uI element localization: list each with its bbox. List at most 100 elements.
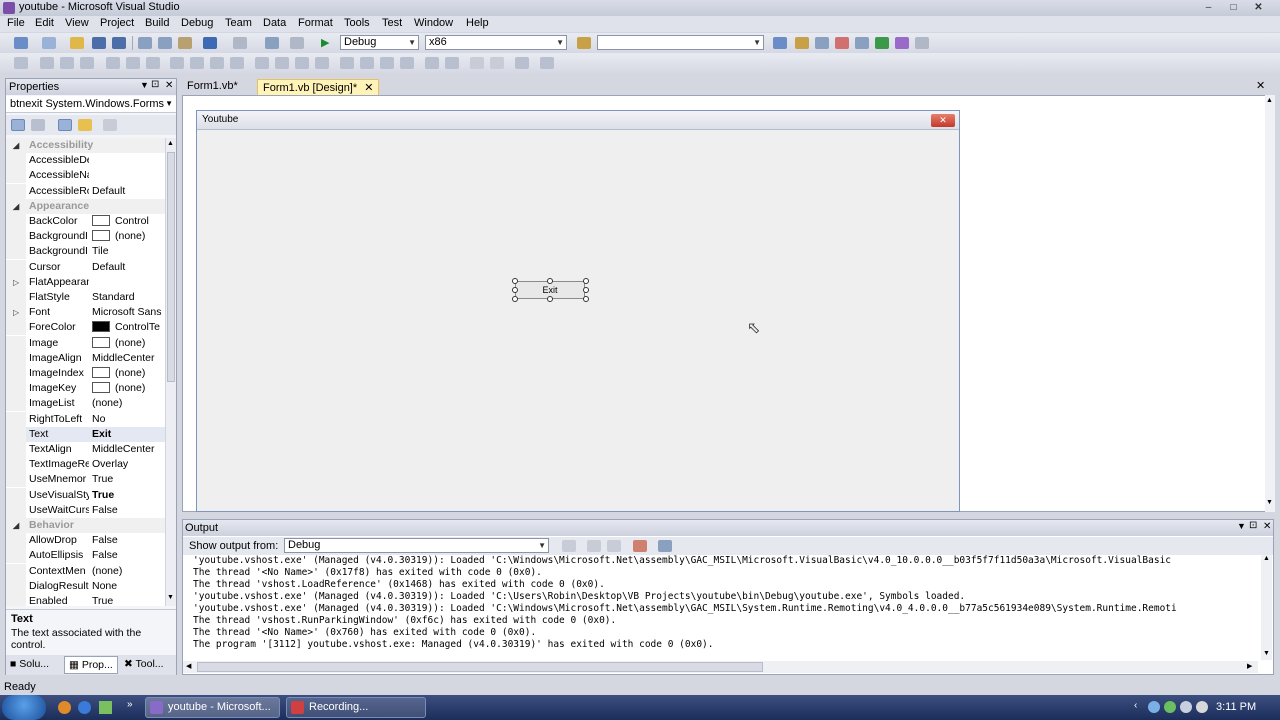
form-title-bar[interactable]: Youtube ✕ [197,111,959,130]
menu-edit[interactable]: Edit [35,17,54,29]
horizontal-spacing-icon[interactable] [255,57,269,69]
property-category[interactable]: ◢ Accessibility [6,138,168,153]
collapse-icon[interactable]: ◢ [13,518,19,533]
property-row[interactable]: TextImageRe Overlay [6,457,168,473]
property-value-cell[interactable]: MiddleCenter [92,442,166,457]
property-row[interactable]: DialogResult None [6,578,168,594]
property-row[interactable]: Enabled True [6,594,168,606]
property-row[interactable]: UseVisualSty True [6,487,168,503]
paste-icon[interactable] [178,37,192,49]
scroll-right-icon[interactable]: ▶ [1247,662,1252,670]
align-rights-icon[interactable] [80,57,94,69]
pin-icon[interactable]: ⊡ [151,79,159,90]
property-value-cell[interactable]: (none) [92,366,166,381]
panel-menu-icon[interactable]: ▼ [140,80,149,90]
property-value-cell[interactable]: (none) [92,396,166,411]
align-tops-icon[interactable] [106,57,120,69]
tab-form1-design[interactable]: Form1.vb [Design]* ✕ [257,79,380,95]
start-debugging-icon[interactable]: ▶ [321,36,329,49]
more-icon[interactable]: » [127,699,133,710]
copy-icon[interactable] [158,37,172,49]
property-value-cell[interactable]: Overlay [92,457,166,472]
command-window-icon[interactable] [895,37,909,49]
tab-toolbox[interactable]: ✖ Tool... [124,658,164,670]
scrollbar-thumb[interactable] [197,662,763,672]
new-project-icon[interactable] [14,37,28,49]
close-icon[interactable]: ✕ [165,80,173,91]
align-to-grid-icon[interactable] [14,57,28,69]
property-value-cell[interactable]: True [92,594,166,606]
designer-scrollbar[interactable]: ▲ ▼ [1265,95,1275,512]
solution-explorer-icon[interactable] [773,37,787,49]
property-value-cell[interactable]: Standard [92,290,166,305]
make-same-width-icon[interactable] [170,57,184,69]
scroll-down-icon[interactable]: ▼ [1266,499,1273,506]
categorized-icon[interactable] [11,119,25,131]
size-to-grid-icon[interactable] [230,57,244,69]
find-in-files-icon[interactable] [577,37,591,49]
output-vertical-scrollbar[interactable]: ▲ ▼ [1261,555,1272,660]
menu-test[interactable]: Test [382,17,402,29]
find-message-icon[interactable] [562,540,576,552]
form-close-icon[interactable]: ✕ [931,114,955,127]
close-tab-icon[interactable]: ✕ [364,82,373,94]
tab-form1-code[interactable]: Form1.vb* [182,79,243,95]
output-text[interactable]: 'youtube.vshost.exe' (Managed (v4.0.3031… [193,555,1261,665]
property-row[interactable]: BackgroundI Tile [6,244,168,260]
property-value-cell[interactable]: MiddleCenter [92,351,166,366]
clock[interactable]: 3:11 PM [1216,701,1256,713]
undo-icon[interactable] [203,37,217,49]
next-message-icon[interactable] [607,540,621,552]
maximize-button[interactable]: □ [1225,1,1242,14]
clear-all-icon[interactable] [633,540,647,552]
property-row[interactable]: ForeColor ControlTe [6,320,168,336]
form-window[interactable]: Youtube ✕ Exit ⬁ [196,110,960,512]
resize-handle[interactable] [583,296,589,302]
display-icon[interactable] [1180,701,1192,713]
resize-handle[interactable] [547,296,553,302]
property-value-cell[interactable]: Default [92,260,166,275]
property-value-cell[interactable]: No [92,412,166,427]
decrease-v-spacing-icon[interactable] [380,57,394,69]
property-row[interactable]: ImageIndex (none) [6,366,168,381]
property-value-cell[interactable]: ControlTe [92,320,166,335]
property-value-cell[interactable]: (none) [92,381,166,396]
property-row[interactable]: TextAlign MiddleCenter [6,442,168,457]
app-icon[interactable] [99,701,112,714]
menu-file[interactable]: File [7,17,25,29]
save-icon[interactable] [92,37,106,49]
property-value-cell[interactable]: True [92,472,166,487]
property-category[interactable]: ◢ Behavior [6,518,168,533]
property-value-cell[interactable]: (none) [92,564,166,579]
property-pages-icon[interactable] [103,119,117,131]
show-hidden-icons[interactable]: ‹ [1134,700,1137,711]
bring-to-front-icon[interactable] [470,57,484,69]
property-row[interactable]: AllowDrop False [6,533,168,549]
align-middles-icon[interactable] [126,57,140,69]
word-wrap-icon[interactable] [658,540,672,552]
resize-handle[interactable] [512,278,518,284]
property-value-cell[interactable]: False [92,503,166,518]
decrease-h-spacing-icon[interactable] [295,57,309,69]
property-value-cell[interactable]: Control [92,214,166,229]
make-same-size-icon[interactable] [210,57,224,69]
tab-order-icon[interactable] [515,57,529,69]
close-button[interactable]: ✕ [1250,1,1267,14]
task-visual-studio[interactable]: youtube - Microsoft... [145,697,280,718]
increase-v-spacing-icon[interactable] [360,57,374,69]
menu-data[interactable]: Data [263,17,286,29]
sync-icon[interactable] [1164,701,1176,713]
property-value-cell[interactable]: Microsoft Sans [92,305,166,320]
menu-team[interactable]: Team [225,17,252,29]
minimize-button[interactable]: – [1200,1,1217,14]
property-row[interactable]: BackColor Control [6,214,168,229]
panel-menu-icon[interactable]: ▼ [1237,521,1246,531]
property-row[interactable]: ▷ FlatAppearan [6,274,168,290]
other-windows-icon[interactable] [915,37,929,49]
platform-combo[interactable]: x86 ▼ [425,35,567,50]
tab-solution-explorer[interactable]: ■ Solu... [10,658,49,670]
property-row[interactable]: RightToLeft No [6,411,168,427]
send-to-back-icon[interactable] [490,57,504,69]
save-all-icon[interactable] [112,37,126,49]
output-horizontal-scrollbar[interactable]: ◀ ▶ [183,661,1258,673]
